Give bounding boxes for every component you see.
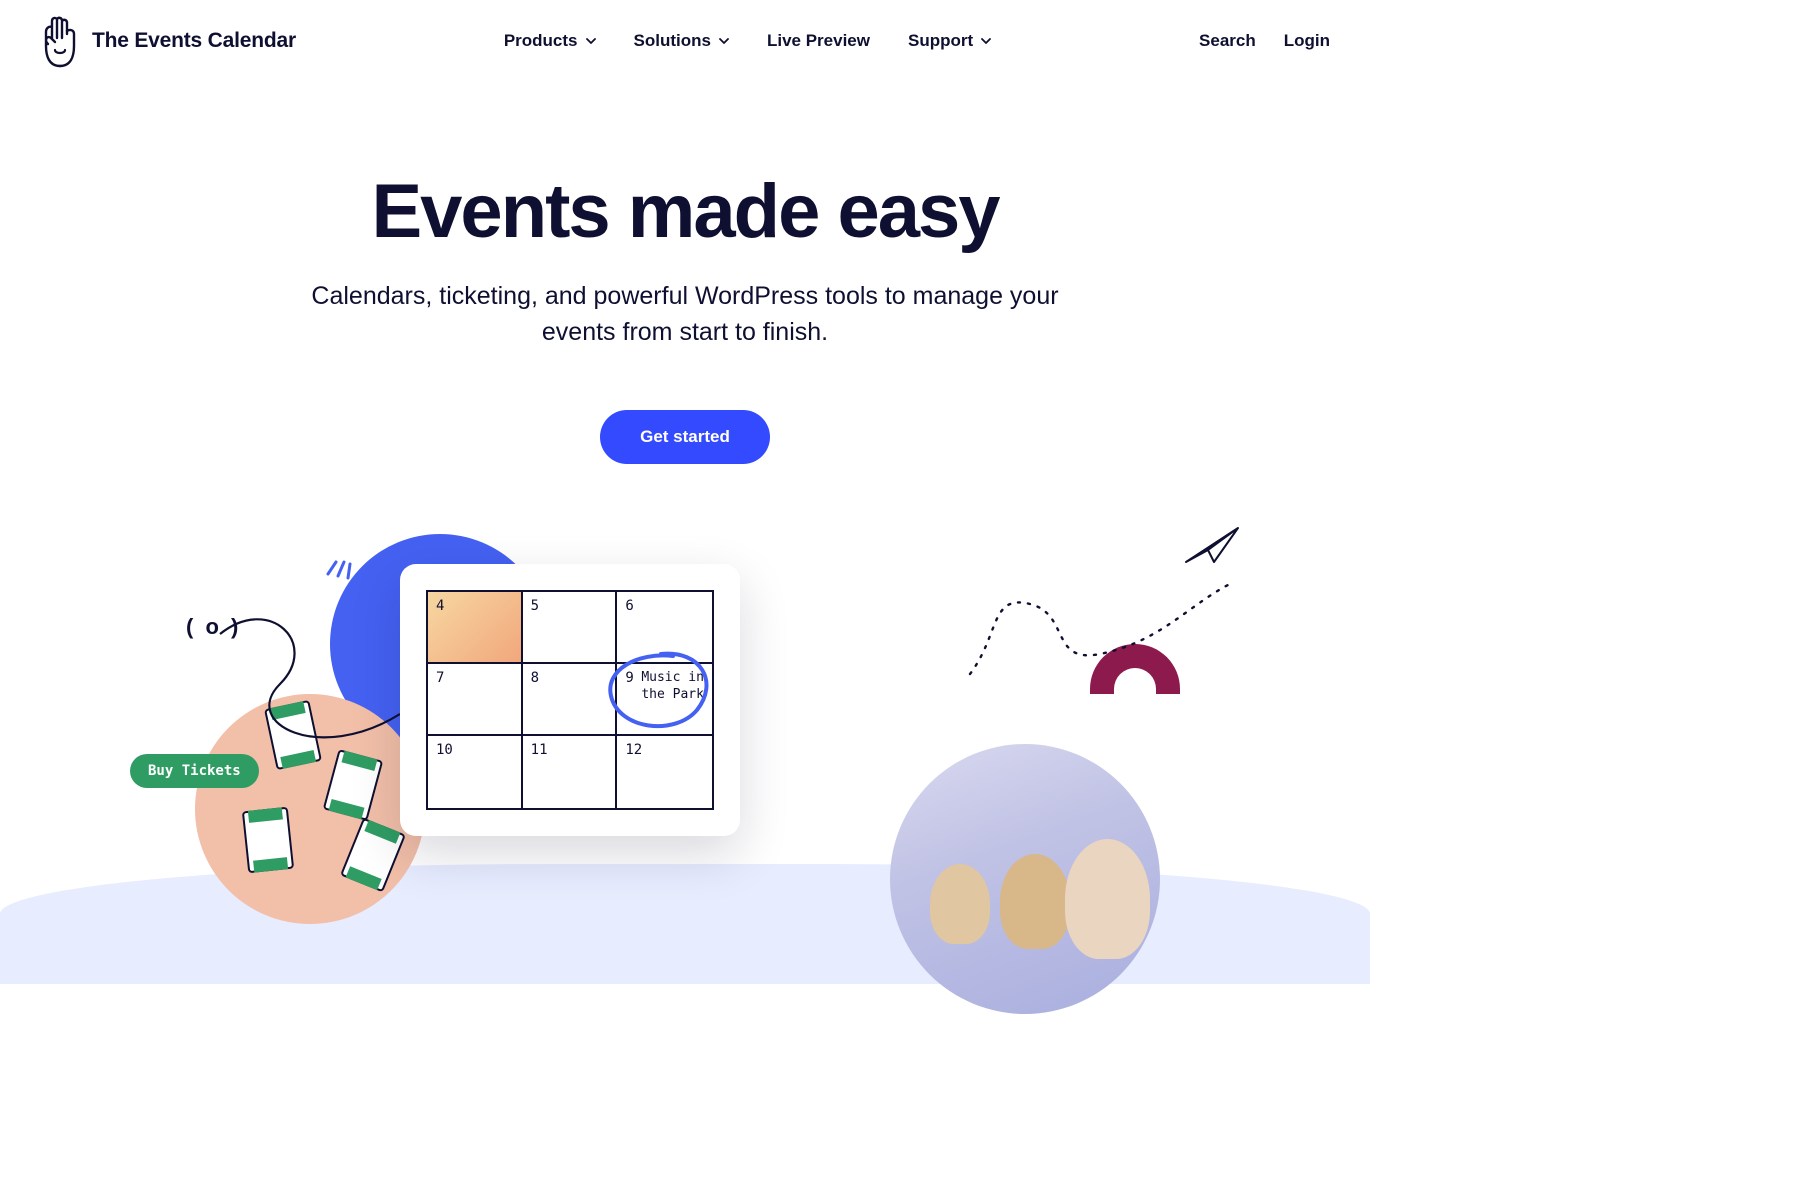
person-silhouette bbox=[1000, 854, 1070, 949]
calendar-day-number: 11 bbox=[531, 742, 548, 758]
crowd-photo bbox=[890, 744, 1160, 1014]
calendar-cell: 7 bbox=[428, 664, 523, 736]
site-header: The Events Calendar Products Solutions L… bbox=[0, 0, 1370, 82]
brand-name: The Events Calendar bbox=[92, 29, 296, 53]
hero-title: Events made easy bbox=[0, 172, 1370, 252]
calendar-day-number: 12 bbox=[625, 742, 642, 758]
nav-utility: Search Login bbox=[1199, 31, 1330, 51]
nav-item-support[interactable]: Support bbox=[908, 31, 991, 51]
nav-label: Products bbox=[504, 31, 578, 51]
squiggle-path-icon bbox=[210, 604, 430, 784]
calendar-cell: 4 bbox=[428, 592, 523, 664]
dotted-path-icon bbox=[960, 564, 1240, 704]
get-started-button[interactable]: Get started bbox=[600, 410, 770, 464]
nav-item-products[interactable]: Products bbox=[504, 31, 596, 51]
primary-nav: Products Solutions Live Preview Support bbox=[336, 31, 1159, 51]
calendar-cell: 5 bbox=[523, 592, 618, 664]
hero-illustration: Buy Tickets ( o ) 4 5 6 7 8 9 Music in t… bbox=[0, 524, 1370, 984]
calendar-day-number: 4 bbox=[436, 598, 444, 614]
calendar-day-number: 6 bbox=[625, 598, 633, 614]
calendar-day-number: 5 bbox=[531, 598, 539, 614]
person-silhouette bbox=[1065, 839, 1150, 959]
hero: Events made easy Calendars, ticketing, a… bbox=[0, 82, 1370, 464]
nav-item-live-preview[interactable]: Live Preview bbox=[767, 31, 870, 51]
login-link[interactable]: Login bbox=[1284, 31, 1330, 51]
calendar-cell: 6 bbox=[617, 592, 712, 664]
paper-plane-icon bbox=[1184, 524, 1240, 564]
calendar-grid: 4 5 6 7 8 9 Music in the Park 10 11 12 bbox=[426, 590, 714, 810]
calendar-day-number: 7 bbox=[436, 670, 444, 686]
nav-label: Live Preview bbox=[767, 31, 870, 51]
spark-icon bbox=[322, 544, 362, 584]
calendar-day-number: 8 bbox=[531, 670, 539, 686]
person-silhouette bbox=[930, 864, 990, 944]
hero-subtitle: Calendars, ticketing, and powerful WordP… bbox=[305, 278, 1065, 351]
calendar-cell: 11 bbox=[523, 736, 618, 808]
chevron-down-icon bbox=[981, 36, 991, 46]
nav-label: Solutions bbox=[634, 31, 711, 51]
nav-item-solutions[interactable]: Solutions bbox=[634, 31, 729, 51]
brand-logo-icon bbox=[40, 14, 80, 68]
calendar-cell-event: 9 Music in the Park bbox=[617, 664, 712, 736]
calendar-day-number: 9 bbox=[625, 670, 633, 686]
nav-label: Support bbox=[908, 31, 973, 51]
chevron-down-icon bbox=[586, 36, 596, 46]
calendar-cell: 12 bbox=[617, 736, 712, 808]
background-band bbox=[0, 864, 1370, 984]
calendar-day-number: 10 bbox=[436, 742, 453, 758]
calendar-cell: 10 bbox=[428, 736, 523, 808]
ticket-icon bbox=[242, 807, 294, 873]
brand[interactable]: The Events Calendar bbox=[40, 14, 296, 68]
calendar-cell: 8 bbox=[523, 664, 618, 736]
calendar-event-label: Music in the Park bbox=[641, 670, 706, 703]
search-link[interactable]: Search bbox=[1199, 31, 1256, 51]
chevron-down-icon bbox=[719, 36, 729, 46]
calendar-card: 4 5 6 7 8 9 Music in the Park 10 11 12 bbox=[400, 564, 740, 836]
